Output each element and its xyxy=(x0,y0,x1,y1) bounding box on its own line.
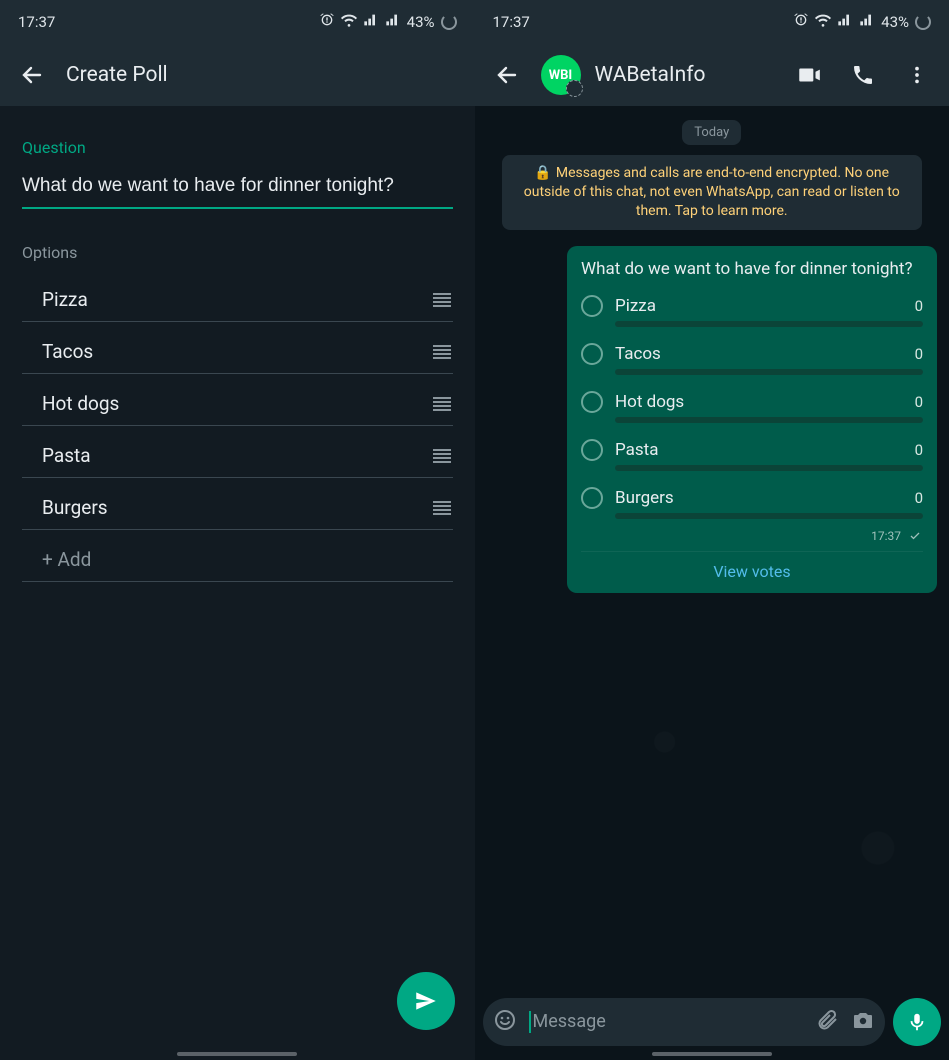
encryption-notice[interactable]: 🔒Messages and calls are end-to-end encry… xyxy=(502,155,922,230)
nav-pill xyxy=(177,1052,297,1056)
drag-handle-icon[interactable] xyxy=(433,397,453,411)
radio-icon[interactable] xyxy=(581,343,603,365)
radio-icon[interactable] xyxy=(581,487,603,509)
signal-2-icon xyxy=(859,12,875,32)
date-chip: Today xyxy=(682,120,741,145)
poll-question: What do we want to have for dinner tonig… xyxy=(581,258,923,281)
loading-spinner-icon xyxy=(915,14,931,30)
alarm-icon xyxy=(319,12,335,32)
poll-option-count: 0 xyxy=(915,297,923,315)
add-option-label: + Add xyxy=(42,548,453,571)
back-button[interactable] xyxy=(487,55,527,95)
poll-option-label: Hot dogs xyxy=(615,392,903,412)
wifi-icon xyxy=(815,12,831,32)
alarm-icon xyxy=(793,12,809,32)
chat-title[interactable]: WABetaInfo xyxy=(595,63,776,87)
view-votes-button[interactable]: View votes xyxy=(581,551,923,585)
video-call-button[interactable] xyxy=(789,55,829,95)
poll-progress-bar xyxy=(615,369,923,375)
option-row[interactable]: Tacos xyxy=(22,326,453,374)
signal-1-icon xyxy=(837,12,853,32)
drag-handle-icon[interactable] xyxy=(433,501,453,515)
mic-button[interactable] xyxy=(893,998,941,1046)
option-input[interactable]: Pasta xyxy=(42,444,423,467)
battery-percent: 43% xyxy=(407,13,435,31)
drag-handle-icon[interactable] xyxy=(433,449,453,463)
poll-option-label: Tacos xyxy=(615,344,903,364)
poll-option-count: 0 xyxy=(915,345,923,363)
poll-option-label: Burgers xyxy=(615,488,903,508)
signal-2-icon xyxy=(385,12,401,32)
poll-progress-bar xyxy=(615,465,923,471)
chat-app-bar: WBI WABetaInfo xyxy=(475,44,949,106)
status-bar: 17:37 43% xyxy=(475,0,949,44)
status-time: 17:37 xyxy=(493,13,530,31)
poll-option-count: 0 xyxy=(915,441,923,459)
poll-option[interactable]: Tacos 0 xyxy=(581,343,923,365)
screen-title: Create Poll xyxy=(66,63,463,87)
poll-option[interactable]: Pizza 0 xyxy=(581,295,923,317)
option-row[interactable]: Pizza xyxy=(22,274,453,322)
poll-progress-bar xyxy=(615,321,923,327)
app-bar: Create Poll xyxy=(0,44,475,106)
poll-message-bubble[interactable]: What do we want to have for dinner tonig… xyxy=(567,246,937,593)
chat-screen: 17:37 43% WBI xyxy=(475,0,949,1060)
option-input[interactable]: Tacos xyxy=(42,340,423,363)
message-input[interactable]: Message xyxy=(483,998,886,1046)
option-row[interactable]: Hot dogs xyxy=(22,378,453,426)
signal-1-icon xyxy=(363,12,379,32)
battery-percent: 43% xyxy=(881,13,909,31)
drag-handle-icon[interactable] xyxy=(433,345,453,359)
message-meta: 17:37 xyxy=(581,529,923,543)
add-option-button[interactable]: + Add xyxy=(22,534,453,582)
option-input[interactable]: Burgers xyxy=(42,496,423,519)
question-input[interactable] xyxy=(22,169,453,209)
poll-option-label: Pasta xyxy=(615,440,903,460)
create-poll-screen: 17:37 43% Cre xyxy=(0,0,475,1060)
status-bar: 17:37 43% xyxy=(0,0,475,44)
wifi-icon xyxy=(341,12,357,32)
sent-check-icon xyxy=(907,530,923,542)
drag-handle-icon[interactable] xyxy=(433,293,453,307)
avatar[interactable]: WBI xyxy=(541,55,581,95)
radio-icon[interactable] xyxy=(581,295,603,317)
back-button[interactable] xyxy=(12,55,52,95)
encryption-text: Messages and calls are end-to-end encryp… xyxy=(524,165,900,219)
poll-option[interactable]: Hot dogs 0 xyxy=(581,391,923,413)
poll-progress-bar xyxy=(615,417,923,423)
poll-option[interactable]: Burgers 0 xyxy=(581,487,923,509)
emoji-icon[interactable] xyxy=(493,1008,517,1036)
loading-spinner-icon xyxy=(441,14,457,30)
question-label: Question xyxy=(22,138,453,157)
option-input[interactable]: Hot dogs xyxy=(42,392,423,415)
options-label: Options xyxy=(22,243,453,262)
message-input-bar: Message xyxy=(483,998,942,1046)
option-input[interactable]: Pizza xyxy=(42,288,423,311)
option-row[interactable]: Pasta xyxy=(22,430,453,478)
voice-call-button[interactable] xyxy=(843,55,883,95)
chat-area[interactable]: Today 🔒Messages and calls are end-to-end… xyxy=(475,106,949,988)
message-placeholder: Message xyxy=(529,1011,804,1033)
camera-icon[interactable] xyxy=(851,1008,875,1036)
poll-option-label: Pizza xyxy=(615,296,903,316)
poll-option-count: 0 xyxy=(915,393,923,411)
lock-icon: 🔒 xyxy=(534,165,551,181)
option-row[interactable]: Burgers xyxy=(22,482,453,530)
poll-progress-bar xyxy=(615,513,923,519)
send-poll-button[interactable] xyxy=(397,972,455,1030)
status-time: 17:37 xyxy=(18,13,55,31)
attach-icon[interactable] xyxy=(815,1008,839,1036)
poll-option[interactable]: Pasta 0 xyxy=(581,439,923,461)
message-time: 17:37 xyxy=(871,529,901,543)
nav-pill xyxy=(652,1052,772,1056)
radio-icon[interactable] xyxy=(581,391,603,413)
poll-option-count: 0 xyxy=(915,489,923,507)
more-options-button[interactable] xyxy=(897,55,937,95)
radio-icon[interactable] xyxy=(581,439,603,461)
